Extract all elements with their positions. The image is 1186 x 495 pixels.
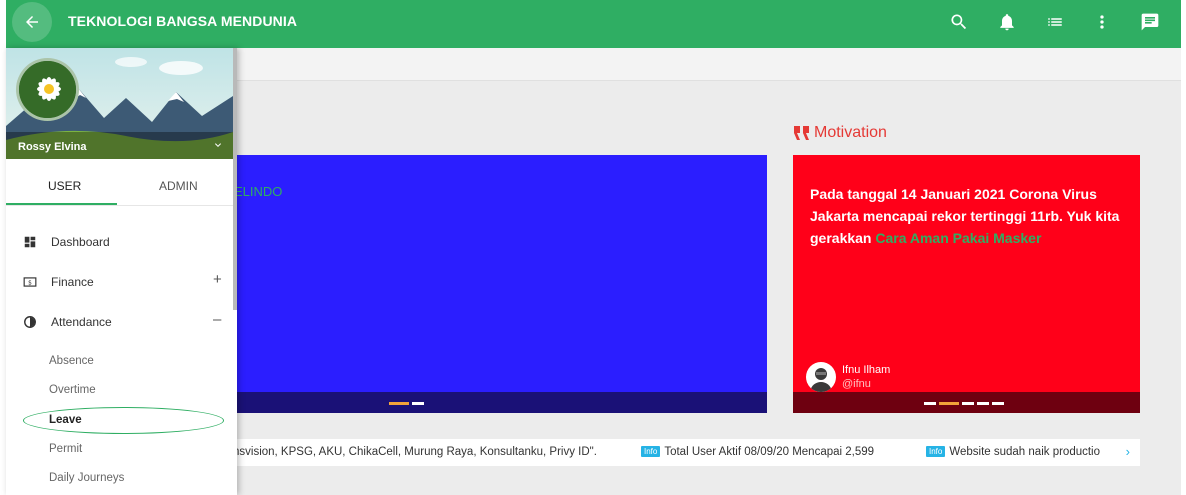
sidebar-item-label: Attendance: [51, 315, 112, 329]
quote-highlight-link[interactable]: Cara Aman Pakai Masker: [875, 230, 1041, 246]
banner-card[interactable]: ELINDO: [186, 155, 767, 413]
banner-carousel-dots: [389, 402, 424, 405]
motivation-card[interactable]: Pada tanggal 14 Januari 2021 Corona Viru…: [793, 155, 1140, 413]
attendance-icon: [24, 316, 36, 328]
search-button[interactable]: [948, 11, 970, 33]
carousel-dot[interactable]: [412, 402, 424, 405]
motivation-heading: Motivation: [793, 124, 887, 142]
navigation-drawer: Rossy Elvina USER ADMIN Dashboard $ Fina…: [6, 48, 237, 495]
sidebar-item-dashboard[interactable]: Dashboard: [6, 228, 233, 258]
tab-admin[interactable]: ADMIN: [159, 179, 198, 193]
bell-icon: [1000, 14, 1014, 31]
back-button[interactable]: [12, 2, 52, 42]
profile-header: Rossy Elvina: [6, 48, 233, 159]
ticker-next-button[interactable]: ›: [1126, 444, 1130, 459]
chevron-down-icon: [215, 143, 221, 147]
finance-icon: $: [23, 277, 37, 287]
carousel-dot[interactable]: [992, 402, 1004, 405]
sidebar-subitem-leave[interactable]: Leave: [49, 414, 82, 426]
motivation-carousel-bar: [793, 392, 1140, 413]
more-vert-icon: [1100, 15, 1104, 29]
quote-icon: [794, 126, 809, 140]
sidebar-item-label: Dashboard: [51, 235, 110, 249]
info-badge: Info: [641, 446, 661, 457]
motivation-quote: Pada tanggal 14 Januari 2021 Corona Viru…: [810, 183, 1132, 249]
drawer-scrollbar[interactable]: [233, 48, 237, 310]
sidebar-subitem-absence[interactable]: Absence: [49, 355, 94, 367]
info-badge: Info: [926, 446, 946, 457]
author-handle: @ifnu: [842, 378, 871, 390]
search-icon: [951, 14, 967, 30]
chat-button[interactable]: [1139, 11, 1161, 33]
sidebar-subitem-overtime[interactable]: Overtime: [49, 384, 96, 396]
daisy-flower-image: [19, 61, 76, 118]
tabs-divider: [6, 205, 233, 206]
sidebar-item-attendance[interactable]: Attendance –: [6, 308, 233, 338]
carousel-dot[interactable]: [924, 402, 936, 405]
author-name: Ifnu Ilham: [842, 364, 891, 376]
svg-text:$: $: [28, 280, 32, 286]
news-ticker: nsvision, KPSG, AKU, ChikaCell, Murung R…: [186, 439, 1140, 466]
person-icon: [810, 368, 832, 392]
more-options-button[interactable]: [1091, 11, 1113, 33]
notifications-button[interactable]: [996, 11, 1018, 33]
carousel-dot[interactable]: [389, 402, 409, 405]
profile-avatar[interactable]: [16, 58, 79, 121]
back-arrow-icon: [26, 16, 38, 28]
dashboard-icon: [24, 236, 36, 248]
expand-toggle[interactable]: +: [213, 271, 222, 288]
quote-author: Ifnu Ilham @ifnu: [806, 362, 890, 392]
app-title: TEKNOLOGI BANGSA MENDUNIA: [68, 13, 298, 29]
collapse-toggle[interactable]: –: [213, 311, 221, 328]
motivation-carousel-dots: [924, 402, 1004, 405]
list-button[interactable]: [1044, 11, 1066, 33]
carousel-dot[interactable]: [962, 402, 974, 405]
sidebar-item-finance[interactable]: $ Finance +: [6, 268, 233, 298]
profile-name: Rossy Elvina: [18, 141, 87, 153]
list-icon: [1048, 18, 1062, 26]
ticker-partners: nsvision, KPSG, AKU, ChikaCell, Murung R…: [233, 446, 597, 458]
sidebar-subitem-permit[interactable]: Permit: [49, 443, 82, 455]
ticker-item: Info Website sudah naik productio: [926, 446, 1100, 458]
sidebar-item-label: Finance: [51, 275, 94, 289]
ticker-item-text: Website sudah naik productio: [949, 446, 1101, 458]
carousel-dot[interactable]: [939, 402, 959, 405]
app-root: TEKNOLOGI BANGSA MENDUNIA ELINDO Motivat…: [0, 0, 1186, 495]
author-avatar: [806, 362, 836, 392]
banner-text: ELINDO: [234, 184, 283, 199]
chat-icon: [1141, 13, 1159, 31]
top-app-bar: TEKNOLOGI BANGSA MENDUNIA: [6, 0, 1181, 48]
carousel-dot[interactable]: [977, 402, 989, 405]
motivation-title: Motivation: [814, 124, 887, 141]
ticker-item-text: Total User Aktif 08/09/20 Mencapai 2,599: [664, 446, 875, 458]
tab-user[interactable]: USER: [48, 179, 81, 193]
ticker-item: Info Total User Aktif 08/09/20 Mencapai 2…: [641, 446, 874, 458]
sidebar-subitem-daily-journeys[interactable]: Daily Journeys: [49, 472, 124, 484]
banner-carousel-bar: [186, 392, 767, 413]
role-tabs: USER ADMIN: [6, 173, 233, 206]
